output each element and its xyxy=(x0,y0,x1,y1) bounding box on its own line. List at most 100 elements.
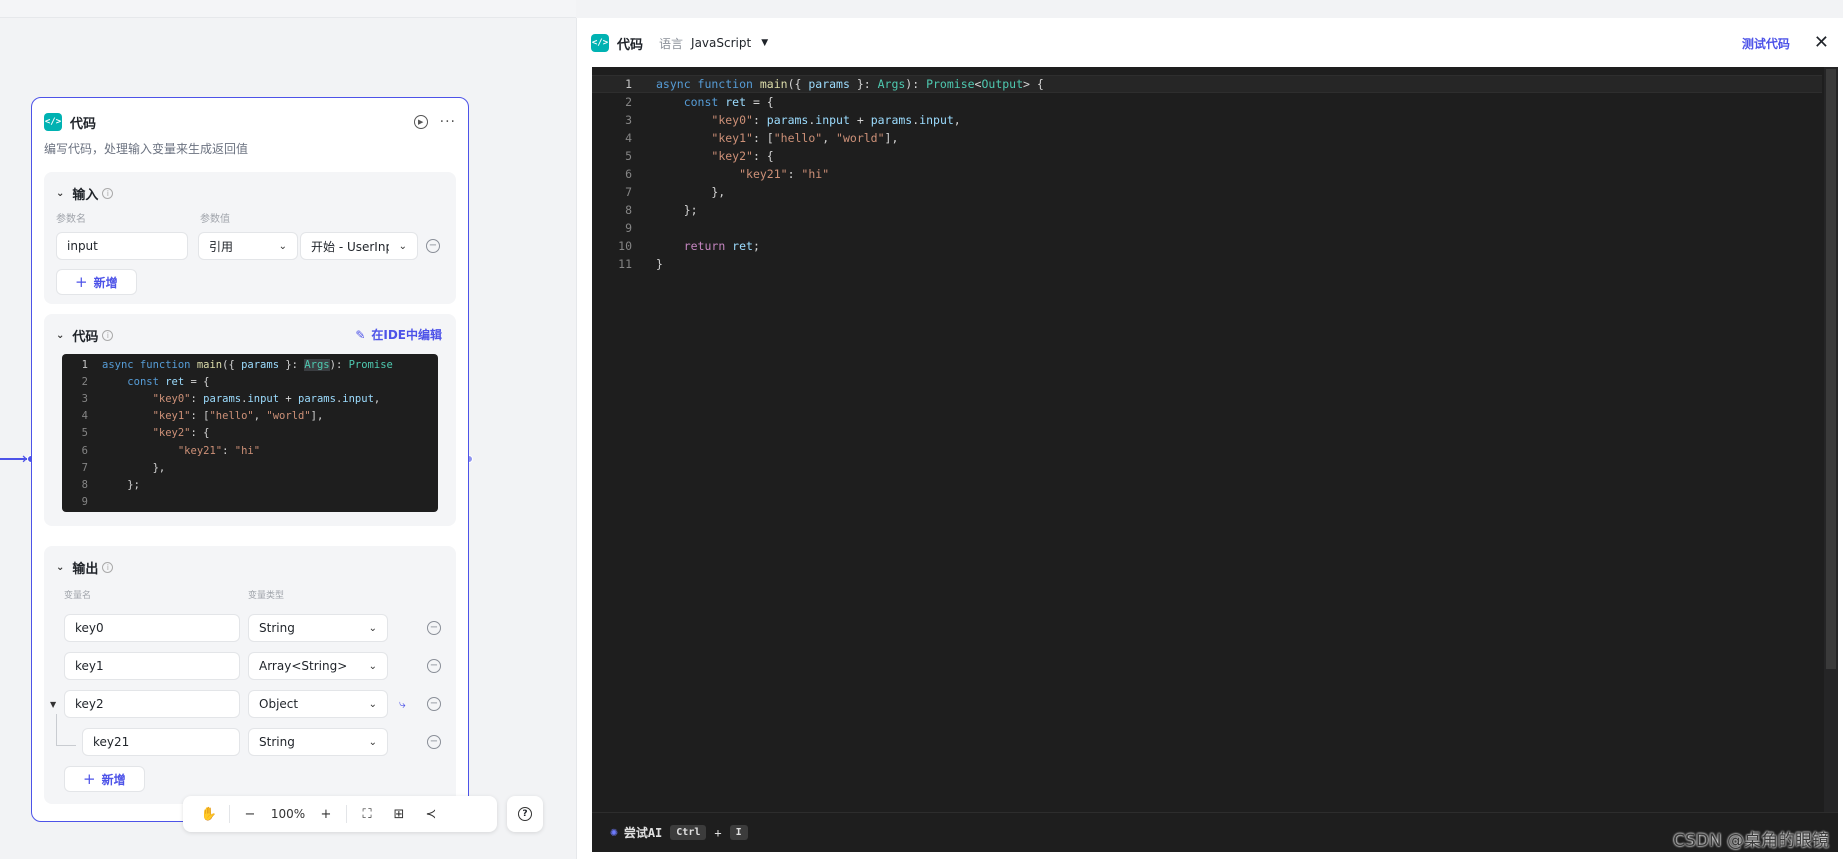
plus-icon: + xyxy=(83,770,96,788)
code-line: "key1": ["hello", "world"], xyxy=(152,410,324,423)
close-icon[interactable]: ✕ xyxy=(1814,34,1829,52)
scrollbar-thumb[interactable] xyxy=(1826,69,1836,669)
output-type-value: Object xyxy=(259,697,299,711)
output-name-input[interactable]: key0 xyxy=(64,614,240,642)
add-input-button[interactable]: + 新增 xyxy=(56,269,137,295)
code-section-header[interactable]: ⌄ 代码 i xyxy=(56,326,114,345)
code-line: async function main({ params }: Args): P… xyxy=(102,358,393,371)
code-icon: </> xyxy=(44,113,62,131)
remove-param-icon[interactable]: − xyxy=(426,239,440,253)
remove-output-icon[interactable]: − xyxy=(427,697,441,711)
workflow-canvas[interactable]: → </> 代码 ▶ ··· 编写代码，处理输入变量来生成返回值 ⌄ 输入 i … xyxy=(0,18,576,859)
mini-code-editor[interactable]: 1 async function main({ params }: Args): … xyxy=(62,354,438,512)
line-number: 7 xyxy=(625,185,632,199)
add-output-button[interactable]: + 新增 xyxy=(64,766,145,792)
code-line: async function main({ params }: Args): P… xyxy=(656,77,1044,91)
top-strip xyxy=(0,0,576,18)
output-name-value: key0 xyxy=(75,621,104,635)
line-number: 2 xyxy=(625,95,632,109)
ai-sparkle-icon: ✺ xyxy=(610,825,618,840)
output-name-input[interactable]: key1 xyxy=(64,652,240,680)
auto-layout-icon[interactable]: ≺ xyxy=(415,807,447,822)
line-number: 9 xyxy=(81,496,88,509)
add-child-icon[interactable]: ⤷ xyxy=(399,697,406,712)
line-number: 6 xyxy=(81,444,88,457)
remove-output-icon[interactable]: − xyxy=(427,735,441,749)
ref-value-text: 开始 - UserInput xyxy=(311,239,389,254)
language-label: 语言 xyxy=(659,36,684,51)
run-icon[interactable]: ▶ xyxy=(413,115,428,129)
param-name-label: 参数名 xyxy=(56,214,86,225)
ref-value-select[interactable]: 开始 - UserInput ⌄ xyxy=(300,232,418,260)
info-icon[interactable]: i xyxy=(102,330,114,341)
ide-code-editor[interactable]: 1 async function main({ params }: Args): … xyxy=(592,67,1838,852)
collapse-triangle-icon[interactable]: ▼ xyxy=(50,700,56,709)
fit-view-icon[interactable]: ⛶ xyxy=(351,807,383,822)
vertical-scrollbar[interactable] xyxy=(1824,67,1838,852)
remove-output-icon[interactable]: − xyxy=(427,659,441,673)
more-icon[interactable]: ··· xyxy=(440,115,456,129)
code-section: ⌄ 代码 i ✎ 在IDE中编辑 1 async function main({ … xyxy=(44,314,456,526)
code-icon: </> xyxy=(591,34,609,52)
try-ai-button[interactable]: 尝试AI xyxy=(624,824,662,841)
ai-hint-bar: ✺ 尝试AI Ctrl + I xyxy=(592,812,1838,852)
param-name-input[interactable]: input xyxy=(56,232,188,260)
test-code-button[interactable]: 测试代码 xyxy=(1742,35,1790,52)
output-type-select[interactable]: String ⌄ xyxy=(248,614,388,642)
chevron-down-icon: ⌄ xyxy=(368,660,377,672)
shortcut-ctrl: Ctrl xyxy=(670,825,707,840)
code-node[interactable]: </> 代码 ▶ ··· 编写代码，处理输入变量来生成返回值 ⌄ 输入 i 参数… xyxy=(31,97,469,822)
input-section-header[interactable]: ⌄ 输入 i xyxy=(56,184,114,203)
output-name-input[interactable]: key2 xyxy=(64,690,240,718)
info-icon[interactable]: i xyxy=(102,562,114,573)
code-line: "key0": params.input + params.input, xyxy=(711,113,961,127)
tree-connector xyxy=(56,714,57,746)
node-title: 代码 xyxy=(70,116,97,132)
chevron-down-icon[interactable]: ⌄ xyxy=(56,330,64,341)
add-input-label: 新增 xyxy=(93,275,118,290)
line-number: 7 xyxy=(81,461,88,474)
ide-title: 代码 xyxy=(617,37,644,53)
zoom-level[interactable]: 100% xyxy=(266,807,310,821)
output-section-title: 输出 xyxy=(72,562,99,577)
output-type-select[interactable]: Object ⌄ xyxy=(248,690,388,718)
zoom-in-icon[interactable]: + xyxy=(310,807,342,822)
line-number: 6 xyxy=(625,167,632,181)
edit-in-ide-link[interactable]: ✎ 在IDE中编辑 xyxy=(355,326,442,343)
zoom-out-icon[interactable]: − xyxy=(234,807,266,822)
caret-down-icon[interactable]: ▼ xyxy=(761,38,768,48)
hand-icon[interactable]: ✋ xyxy=(193,807,225,822)
language-select[interactable]: JavaScript xyxy=(691,36,751,50)
line-number: 8 xyxy=(81,478,88,491)
output-type-value: String xyxy=(259,735,295,749)
ide-panel: </> 代码 语言 JavaScript ▼ 测试代码 ✕ 1 async fun… xyxy=(576,18,1843,859)
output-child-name-input[interactable]: key21 xyxy=(82,728,240,756)
code-line: "key2": { xyxy=(152,427,210,440)
output-type-select[interactable]: Array<String> ⌄ xyxy=(248,652,388,680)
output-type-value: String xyxy=(259,621,295,635)
remove-output-icon[interactable]: − xyxy=(427,621,441,635)
line-number: 1 xyxy=(625,77,632,91)
code-line: const ret = { xyxy=(683,95,774,109)
param-value-label: 参数值 xyxy=(200,214,230,225)
output-section: ⌄ 输出 i 变量名 变量类型 key0 String ⌄ − key1 Arra… xyxy=(44,546,456,804)
output-name-value: key2 xyxy=(75,697,104,711)
add-output-label: 新增 xyxy=(101,772,126,787)
param-name-value: input xyxy=(67,239,98,253)
output-name-value: key21 xyxy=(93,735,130,749)
output-type-select[interactable]: String ⌄ xyxy=(248,728,388,756)
chevron-down-icon: ⌄ xyxy=(278,240,287,252)
code-line: return ret; xyxy=(683,239,760,253)
chevron-down-icon[interactable]: ⌄ xyxy=(56,562,64,573)
minimap-icon[interactable]: ⊞ xyxy=(383,807,415,822)
line-number: 4 xyxy=(625,131,632,145)
output-section-header[interactable]: ⌄ 输出 i xyxy=(56,558,114,577)
chevron-down-icon[interactable]: ⌄ xyxy=(56,188,64,199)
info-icon[interactable]: i xyxy=(102,188,114,199)
chevron-down-icon: ⌄ xyxy=(398,240,407,252)
code-line: "key1": ["hello", "world"], xyxy=(711,131,899,145)
code-line: "key21": "hi" xyxy=(177,444,261,457)
shortcut-i: I xyxy=(729,825,748,840)
help-button[interactable]: ? xyxy=(507,796,543,832)
ref-mode-select[interactable]: 引用 ⌄ xyxy=(198,232,298,260)
